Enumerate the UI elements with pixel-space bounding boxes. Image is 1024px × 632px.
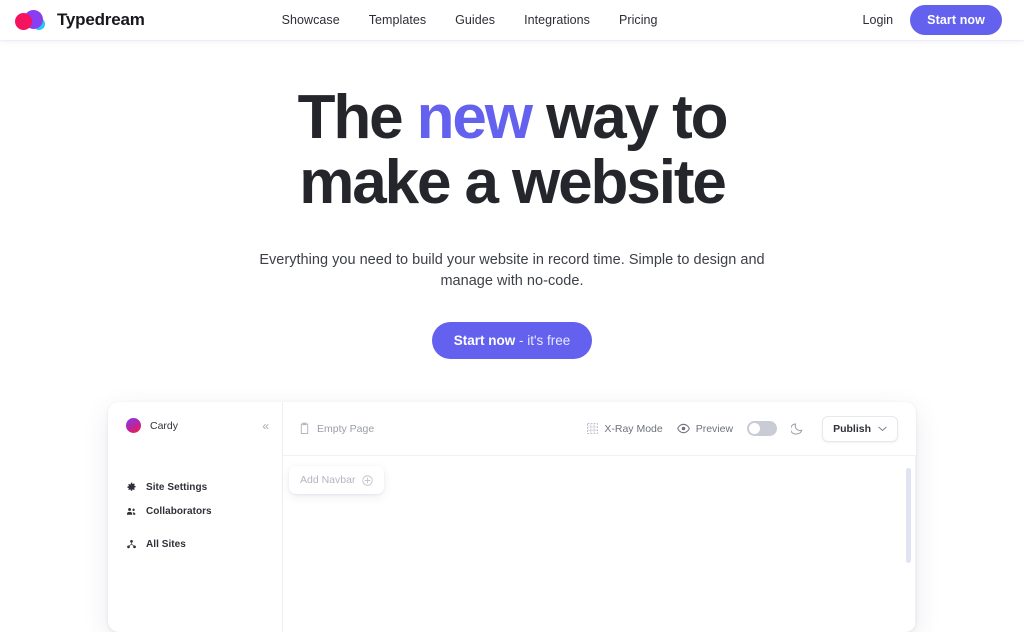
toolbar-page-label: Empty Page (317, 422, 375, 435)
sidebar-item-collaborators[interactable]: Collaborators (108, 503, 282, 520)
cta-light-label: - it's free (515, 333, 571, 348)
cta-bold-label: Start now (453, 333, 516, 348)
sidebar-item-label: Collaborators (146, 506, 212, 517)
gear-icon (127, 482, 136, 491)
brand-logo[interactable]: Typedream (14, 9, 145, 31)
app-main-panel: Empty Page X-Ray Mode Preview Publish Ad… (283, 402, 916, 632)
toggle-knob (749, 423, 761, 434)
headline-line-1: The new way to (297, 83, 729, 152)
toolbar-actions: X-Ray Mode Preview Publish (587, 415, 898, 442)
chevron-down-icon (878, 426, 887, 431)
grid-dashed-icon (587, 423, 599, 434)
app-toolbar: Empty Page X-Ray Mode Preview Publish (283, 402, 916, 456)
page-title: The new way to make a website (0, 85, 1024, 215)
toolbar-page-indicator[interactable]: Empty Page (299, 422, 374, 435)
nav-item-guides[interactable]: Guides (455, 13, 495, 27)
sites-grid-icon (127, 539, 136, 549)
site-avatar-icon (126, 418, 141, 433)
preview-label: Preview (695, 422, 734, 435)
users-icon (126, 507, 136, 515)
start-now-free-button[interactable]: Start now - it's free (431, 322, 593, 359)
sidebar-site-name: Cardy (150, 419, 179, 432)
sidebar-item-site-settings[interactable]: Site Settings (108, 479, 282, 496)
app-canvas: Add Navbar (283, 456, 916, 632)
headline-accent-word: new (416, 83, 533, 152)
document-icon (300, 422, 309, 435)
sidebar-site-header[interactable]: Cardy « (108, 418, 282, 433)
dark-mode-toggle[interactable] (747, 421, 778, 436)
sidebar-item-all-sites[interactable]: All Sites (108, 536, 282, 553)
typedream-cloud-logo-icon (14, 9, 48, 31)
add-navbar-button[interactable]: Add Navbar (289, 466, 385, 494)
nav-item-templates[interactable]: Templates (369, 13, 426, 27)
sidebar-menu: Site Settings Collaborators All Sites (108, 479, 282, 553)
hero-subtitle: Everything you need to build your websit… (259, 252, 765, 289)
site-header: Typedream Showcase Templates Guides Inte… (0, 0, 1024, 40)
header-actions: Login Start now (863, 5, 1002, 35)
publish-label: Publish (833, 422, 871, 435)
brand-name: Typedream (57, 10, 145, 29)
preview-button[interactable]: Preview (676, 422, 734, 435)
nav-item-integrations[interactable]: Integrations (524, 13, 590, 27)
sidebar-item-label: Site Settings (146, 482, 208, 493)
app-preview-mockup: Cardy « Site Settings Collaborators All … (108, 402, 916, 632)
nav-item-showcase[interactable]: Showcase (282, 13, 340, 27)
vertical-scrollbar[interactable] (906, 468, 911, 563)
app-sidebar: Cardy « Site Settings Collaborators All … (108, 402, 283, 632)
moon-icon[interactable] (791, 422, 804, 435)
hero-cta-wrap: Start now - it's free (0, 322, 1024, 359)
nav-item-pricing[interactable]: Pricing (619, 13, 658, 27)
headline-text-after: way to (530, 83, 728, 152)
xray-mode-button[interactable]: X-Ray Mode (587, 422, 663, 435)
xray-mode-label: X-Ray Mode (604, 422, 663, 435)
headline-line-2: make a website (299, 148, 727, 217)
login-link[interactable]: Login (863, 13, 894, 27)
headline-text-before: The (297, 83, 417, 152)
chevron-double-left-icon[interactable]: « (262, 420, 269, 432)
publish-button[interactable]: Publish (822, 415, 898, 442)
add-navbar-label: Add Navbar (300, 474, 356, 486)
canvas-right-divider (915, 456, 916, 632)
hero-section: The new way to make a website Everything… (0, 40, 1024, 359)
main-nav: Showcase Templates Guides Integrations P… (282, 13, 658, 27)
sidebar-item-label: All Sites (146, 539, 186, 550)
plus-circle-icon (362, 474, 374, 486)
eye-icon (676, 423, 690, 434)
start-now-button[interactable]: Start now (910, 5, 1002, 35)
